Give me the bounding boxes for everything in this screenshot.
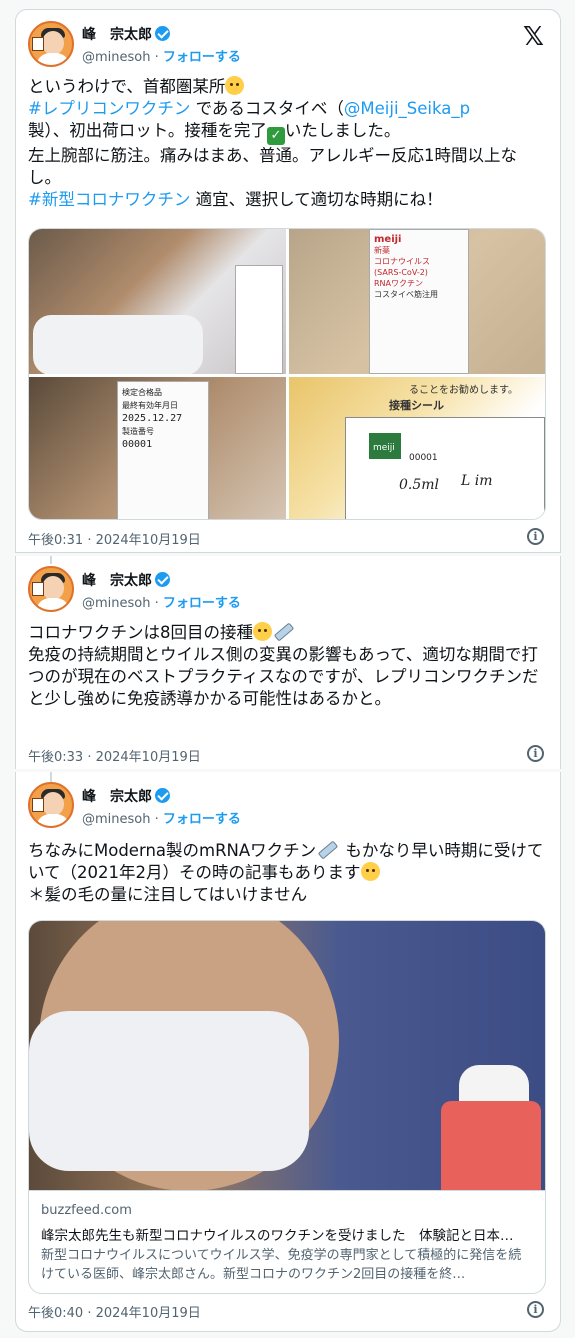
timestamp[interactable]: 午後0:31 · 2024年10月19日 bbox=[28, 529, 201, 548]
tweet-card-3: 峰 宗太郎 @minesoh · フォローする ちなみにModerna製のmRN… bbox=[15, 772, 561, 1332]
mention-link[interactable]: @Meiji_Seika_p bbox=[344, 99, 470, 118]
handle-row: @minesoh · フォローする bbox=[82, 592, 241, 611]
author-name-text[interactable]: 峰 宗太郎 bbox=[82, 789, 152, 805]
author-handle[interactable]: @minesoh bbox=[82, 812, 150, 827]
photo-label-text: 00001 bbox=[122, 439, 153, 450]
photo-grid: meiji 新薬 コロナウイルス (SARS-CoV-2) RNAワクチン コス… bbox=[28, 228, 546, 520]
thread-line bbox=[50, 556, 52, 564]
link-title: 峰宗太郎先生も新型コロナウイルスのワクチンを受けました 体験記と日本… bbox=[41, 1228, 514, 1244]
timestamp[interactable]: 午後0:40 · 2024年10月19日 bbox=[28, 1302, 201, 1321]
avatar[interactable] bbox=[28, 21, 74, 67]
photo-lot-label[interactable]: 検定合格品 最終有効年月日 2025.12.27 製造番号 00001 bbox=[29, 377, 286, 519]
verified-badge-icon bbox=[155, 788, 170, 803]
photo-label-text: コロナウイルス bbox=[374, 257, 430, 266]
photo-label-text: 最終有効年月日 bbox=[122, 401, 178, 410]
tweet-text-3: ちなみにModerna製のmRNAワクチン もかなり早い時期に受けていて（202… bbox=[28, 840, 546, 906]
tweet-text: 免疫の持続期間とウイルス側の変異の影響もあって、適切な期間で打つのが現在のベスト… bbox=[28, 645, 539, 708]
photo-label-text: (SARS-CoV-2) bbox=[374, 268, 428, 277]
verified-badge-icon bbox=[155, 26, 170, 41]
link-card[interactable]: buzzfeed.com 峰宗太郎先生も新型コロナウイルスのワクチンを受けました… bbox=[28, 1190, 546, 1294]
photo-label-text: 00001 bbox=[409, 453, 438, 463]
author-name[interactable]: 峰 宗太郎 bbox=[82, 786, 170, 806]
author-handle[interactable]: @minesoh bbox=[82, 50, 150, 65]
emoji-face-icon bbox=[360, 862, 380, 881]
photo-label-text: 2025.12.27 bbox=[122, 413, 183, 424]
handle-row: @minesoh · フォローする bbox=[82, 46, 241, 65]
thread-line bbox=[50, 772, 52, 782]
avatar[interactable] bbox=[28, 782, 74, 828]
photo-label-text: 接種シール bbox=[389, 399, 444, 412]
photo-label-text: 製造番号 bbox=[122, 427, 154, 436]
info-icon[interactable]: i bbox=[527, 1301, 544, 1318]
hashtag-link[interactable]: #レプリコンワクチン bbox=[28, 99, 190, 118]
info-icon[interactable]: i bbox=[527, 745, 544, 762]
info-icon[interactable]: i bbox=[527, 528, 544, 545]
photo-label-text: meiji bbox=[373, 443, 395, 453]
separator: · bbox=[154, 812, 159, 827]
emoji-face-icon bbox=[225, 76, 245, 95]
tweet-text: いたしました。 bbox=[284, 121, 401, 140]
follow-button[interactable]: フォローする bbox=[163, 596, 241, 611]
photo-label-text: 検定合格品 bbox=[122, 388, 162, 397]
tweet-text: コロナワクチンは8回目の接種 bbox=[28, 623, 253, 642]
syringe-icon bbox=[317, 840, 339, 860]
handle-row: @minesoh · フォローする bbox=[82, 808, 241, 827]
tweet-text: であるコスタイベ（ bbox=[190, 99, 344, 118]
tweet-text: ＊髪の毛の量に注目してはいけません bbox=[28, 885, 308, 904]
photo-vaccine-box[interactable]: meiji 新薬 コロナウイルス (SARS-CoV-2) RNAワクチン コス… bbox=[289, 229, 545, 374]
follow-button[interactable]: フォローする bbox=[163, 812, 241, 827]
syringe-icon bbox=[273, 622, 295, 642]
author-handle[interactable]: @minesoh bbox=[82, 596, 150, 611]
tweet-text-1: というわけで、首都圏某所 #レプリコンワクチン であるコスタイベ（@Meiji_… bbox=[28, 76, 546, 211]
check-mark-icon: ✓ bbox=[266, 127, 285, 145]
follow-button[interactable]: フォローする bbox=[163, 50, 241, 65]
author-name[interactable]: 峰 宗太郎 bbox=[82, 24, 170, 44]
x-logo-icon[interactable]: 𝕏 bbox=[523, 22, 544, 52]
tweet-text: 製）、初出荷ロット。接種を完了 bbox=[28, 121, 267, 140]
tweet-text: 左上腕部に筋注。痛みはまあ、普通。アレルギー反応1時間以上なし。 bbox=[28, 146, 517, 187]
tweet-card-1: 峰 宗太郎 @minesoh · フォローする 𝕏 というわけで、首都圏某所 #… bbox=[15, 9, 561, 553]
author-name-text[interactable]: 峰 宗太郎 bbox=[82, 573, 152, 589]
link-card-image[interactable] bbox=[28, 920, 546, 1190]
photo-label-text: RNAワクチン bbox=[374, 279, 424, 288]
author-name-text[interactable]: 峰 宗太郎 bbox=[82, 27, 152, 43]
timestamp[interactable]: 午後0:33 · 2024年10月19日 bbox=[28, 746, 201, 765]
emoji-face-icon bbox=[253, 622, 272, 641]
hashtag-link[interactable]: #新型コロナワクチン bbox=[28, 190, 190, 209]
tweet-card-2: 峰 宗太郎 @minesoh · フォローする コロナワクチンは8回目の接種 免… bbox=[15, 556, 561, 769]
tweet-text-2: コロナワクチンは8回目の接種 免疫の持続期間とウイルス側の変異の影響もあって、適… bbox=[28, 622, 546, 710]
photo-label-text: コスタイベ筋注用 bbox=[374, 290, 438, 299]
photo-sticker[interactable]: ることをお勧めします。 接種シール meiji 00001 0.5ml L im bbox=[289, 377, 545, 519]
tweet-text: ちなみにModerna製のmRNAワクチン bbox=[28, 841, 317, 860]
link-domain: buzzfeed.com bbox=[41, 1203, 132, 1218]
separator: · bbox=[154, 50, 159, 65]
verified-badge-icon bbox=[155, 572, 170, 587]
photo-label-text: ることをお勧めします。 bbox=[409, 385, 518, 396]
photo-label-text: 0.5ml bbox=[399, 477, 440, 493]
photo-label-text: 新薬 bbox=[374, 246, 390, 255]
tweet-text: というわけで、首都圏某所 bbox=[28, 77, 226, 96]
author-name[interactable]: 峰 宗太郎 bbox=[82, 570, 170, 590]
tweet-text: 適宜、選択して適切な時期にね！ bbox=[190, 190, 443, 209]
photo-brand-text: meiji bbox=[374, 234, 402, 245]
link-description: 新型コロナウイルスについてウイルス学、免疫学の専門家として積極的に発信を続けてい… bbox=[41, 1248, 522, 1282]
avatar[interactable] bbox=[28, 566, 74, 612]
photo-selfie[interactable] bbox=[29, 229, 286, 374]
separator: · bbox=[154, 596, 159, 611]
photo-label-text: L im bbox=[461, 473, 493, 489]
